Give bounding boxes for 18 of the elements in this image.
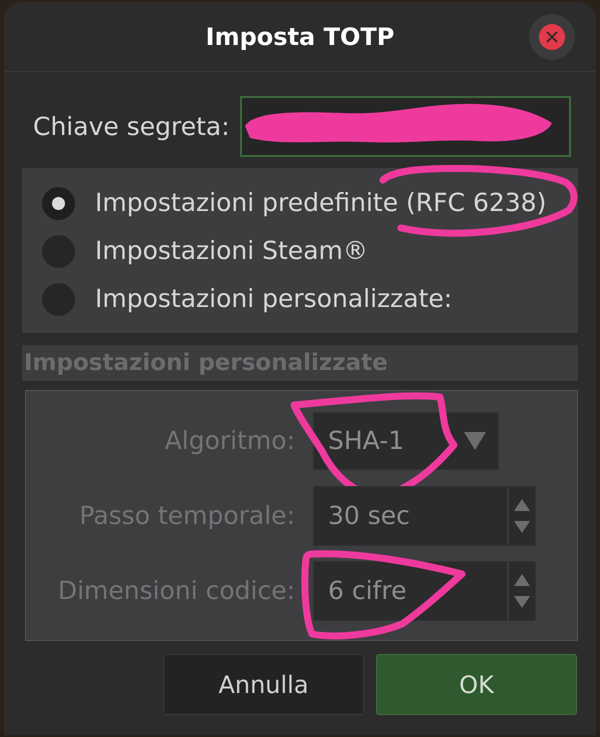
radio-label[interactable]: Impostazioni predefinite (RFC 6238) (95, 188, 546, 218)
down-arrow-icon (514, 596, 530, 608)
radio-label[interactable]: Impostazioni Steam® (95, 236, 368, 266)
secret-key-field[interactable] (240, 96, 571, 157)
close-icon (539, 24, 565, 50)
radio-button[interactable] (42, 282, 75, 316)
close-button[interactable] (529, 14, 575, 60)
radio-button[interactable] (42, 186, 75, 220)
dialog-title: Imposta TOTP (206, 22, 394, 52)
up-arrow-icon (514, 498, 530, 510)
secret-key-label: Chiave segreta: (33, 110, 230, 143)
cancel-button[interactable]: Annulla (163, 654, 364, 715)
radio-button[interactable] (42, 234, 75, 268)
ok-button[interactable]: OK (376, 654, 577, 715)
down-arrow-icon (514, 520, 530, 532)
up-arrow-icon (514, 574, 530, 586)
caret-icon (464, 432, 486, 450)
radio-label[interactable]: Impostazioni personalizzate: (95, 284, 452, 314)
